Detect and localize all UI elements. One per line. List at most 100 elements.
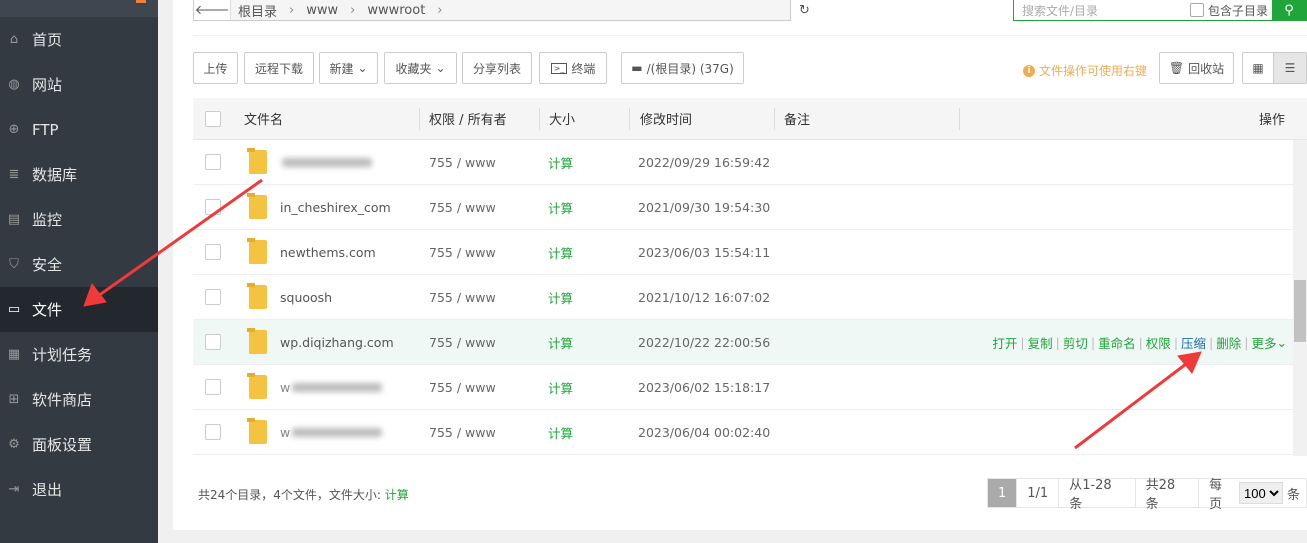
terminal-button[interactable]: >_ 终端 (539, 52, 607, 84)
row-checkbox[interactable] (205, 244, 221, 260)
grid-view-button[interactable]: ▦ (1242, 52, 1274, 84)
search-icon: ⚲ (1284, 2, 1294, 18)
row-checkbox[interactable] (205, 424, 221, 440)
database-icon: ≣ (8, 167, 20, 182)
table-row[interactable]: in_cheshirex_com 755 / www 计算 2021/09/30… (193, 185, 1293, 230)
sidebar-item-4[interactable]: ▤ 监控 (0, 197, 158, 242)
sidebar-item-5[interactable]: ⛉ 安全 (0, 242, 158, 287)
pagination: 1 1/1 从1-28条 共28条 每页 100 条 (987, 478, 1307, 512)
file-perm[interactable]: 755 / www (429, 410, 496, 454)
file-name[interactable]: w (280, 380, 290, 395)
header-name[interactable]: 文件名 (244, 98, 283, 139)
file-perm[interactable]: 755 / www (429, 275, 496, 319)
refresh-button[interactable]: ↻ (790, 0, 818, 21)
table-row[interactable]: wp.diqizhang.com 755 / www 计算 2022/10/22… (193, 320, 1293, 365)
calc-size-link[interactable]: 计算 (548, 320, 573, 364)
action-1[interactable]: 复制 (1028, 333, 1053, 352)
calc-size-link[interactable]: 计算 (548, 365, 573, 409)
per-page-unit: 条 (1286, 487, 1300, 503)
file-perm[interactable]: 755 / www (429, 320, 496, 364)
search-button[interactable]: ⚲ (1272, 0, 1306, 20)
file-mtime: 2021/10/12 16:07:02 (638, 289, 771, 305)
remote-download-label: 远程下载 (254, 61, 303, 76)
list-icon: ☰ (1284, 61, 1296, 75)
folder-icon (247, 283, 267, 309)
right-click-tip: i 文件操作可使用右键 (1023, 62, 1147, 79)
include-subdir-checkbox[interactable] (1189, 3, 1204, 17)
select-all-checkbox[interactable] (205, 110, 221, 127)
action-5[interactable]: 压缩 (1181, 333, 1206, 352)
action-6[interactable]: 删除 (1216, 333, 1241, 352)
back-button[interactable]: 🡐 (194, 0, 231, 20)
file-name[interactable]: w (280, 425, 290, 440)
grid-icon: ▦ (1252, 61, 1264, 75)
new-dropdown[interactable]: 新建 ⌄ (319, 52, 378, 84)
file-perm[interactable]: 755 / www (429, 185, 496, 229)
header-perm[interactable]: 权限 / 所有者 (429, 98, 507, 139)
page-current[interactable]: 1 (988, 479, 1018, 507)
breadcrumb-item[interactable]: wwwroot (367, 3, 425, 18)
row-checkbox[interactable] (205, 289, 221, 305)
favorites-dropdown[interactable]: 收藏夹 ⌄ (384, 52, 457, 84)
calc-size-link[interactable]: 计算 (548, 275, 573, 319)
list-view-button[interactable]: ☰ (1273, 52, 1307, 84)
tip-text: 文件操作可使用右键 (1039, 64, 1148, 78)
breadcrumb-item[interactable]: 根目录 (238, 1, 277, 20)
share-list-label: 分享列表 (472, 61, 521, 76)
table-row[interactable]: squoosh 755 / www 计算 2021/10/12 16:07:02 (193, 275, 1293, 320)
row-checkbox[interactable] (205, 379, 221, 395)
search-box: 搜索文件/目录 包含子目录 ⚲ (1013, 0, 1307, 21)
header-size[interactable]: 大小 (549, 98, 575, 139)
page-count: 1/1 (1017, 479, 1060, 507)
disk-button[interactable]: ▬/(根目录) (37G) (621, 52, 744, 84)
share-list-button[interactable]: 分享列表 (462, 52, 532, 84)
sidebar-item-2[interactable]: ⊕ FTP (0, 107, 158, 152)
calc-total-link[interactable]: 计算 (385, 488, 409, 502)
info-icon: i (1023, 64, 1035, 77)
action-7[interactable]: 更多 (1252, 333, 1277, 352)
action-3[interactable]: 重命名 (1098, 333, 1136, 352)
disk-label: /(根目录) (37G) (646, 61, 734, 76)
file-name[interactable]: squoosh (280, 290, 332, 305)
calc-size-link[interactable]: 计算 (548, 230, 573, 274)
recycle-bin-button[interactable]: 🗑 回收站 (1159, 52, 1234, 84)
action-4[interactable]: 权限 (1146, 333, 1171, 352)
row-checkbox[interactable] (205, 154, 221, 170)
calendar-icon: ▦ (7, 347, 21, 362)
file-name[interactable]: newthems.com (280, 245, 376, 260)
table-row[interactable]: w 755 / www 计算 2023/06/04 00:02:40 (193, 410, 1293, 455)
calc-size-link[interactable]: 计算 (548, 410, 573, 454)
table-row[interactable]: newthems.com 755 / www 计算 2023/06/03 15:… (193, 230, 1293, 275)
folder-icon (247, 148, 267, 174)
action-2[interactable]: 剪切 (1063, 333, 1088, 352)
breadcrumb-item[interactable]: www (306, 3, 338, 18)
folder-icon (247, 373, 267, 399)
scrollbar-thumb[interactable] (1294, 280, 1306, 342)
scrollbar[interactable] (1293, 140, 1307, 456)
table-row[interactable]: 755 / www 计算 2022/09/29 16:59:42 (193, 140, 1293, 185)
upload-button[interactable]: 上传 (193, 52, 238, 84)
sidebar-item-7[interactable]: ▦ 计划任务 (0, 332, 158, 377)
file-perm[interactable]: 755 / www (429, 365, 496, 409)
action-0[interactable]: 打开 (992, 333, 1017, 352)
calc-size-link[interactable]: 计算 (548, 140, 573, 184)
sidebar-item-3[interactable]: ≣ 数据库 (0, 152, 158, 197)
file-name[interactable]: wp.diqizhang.com (280, 335, 394, 350)
file-perm[interactable]: 755 / www (429, 140, 496, 184)
sidebar-item-1[interactable]: ◍ 网站 (0, 62, 158, 107)
sidebar-item-8[interactable]: ⊞ 软件商店 (0, 377, 158, 422)
sidebar-item-10[interactable]: ⇥ 退出 (0, 467, 158, 512)
remote-download-button[interactable]: 远程下载 (244, 52, 314, 84)
table-row[interactable]: w 755 / www 计算 2023/06/02 15:18:17 (193, 365, 1293, 410)
header-mtime[interactable]: 修改时间 (640, 98, 692, 139)
calc-size-link[interactable]: 计算 (548, 185, 573, 229)
file-name[interactable]: in_cheshirex_com (280, 200, 391, 215)
sidebar-item-0[interactable]: ⌂ 首页 (0, 17, 158, 62)
search-input[interactable]: 搜索文件/目录 (1014, 2, 1190, 19)
sidebar-item-9[interactable]: ⚙ 面板设置 (0, 422, 158, 467)
file-perm[interactable]: 755 / www (429, 230, 496, 274)
row-checkbox[interactable] (205, 334, 221, 350)
per-page-select[interactable]: 100 (1238, 482, 1283, 504)
row-checkbox[interactable] (205, 199, 221, 215)
sidebar-item-6[interactable]: ▭ 文件 (0, 287, 158, 332)
